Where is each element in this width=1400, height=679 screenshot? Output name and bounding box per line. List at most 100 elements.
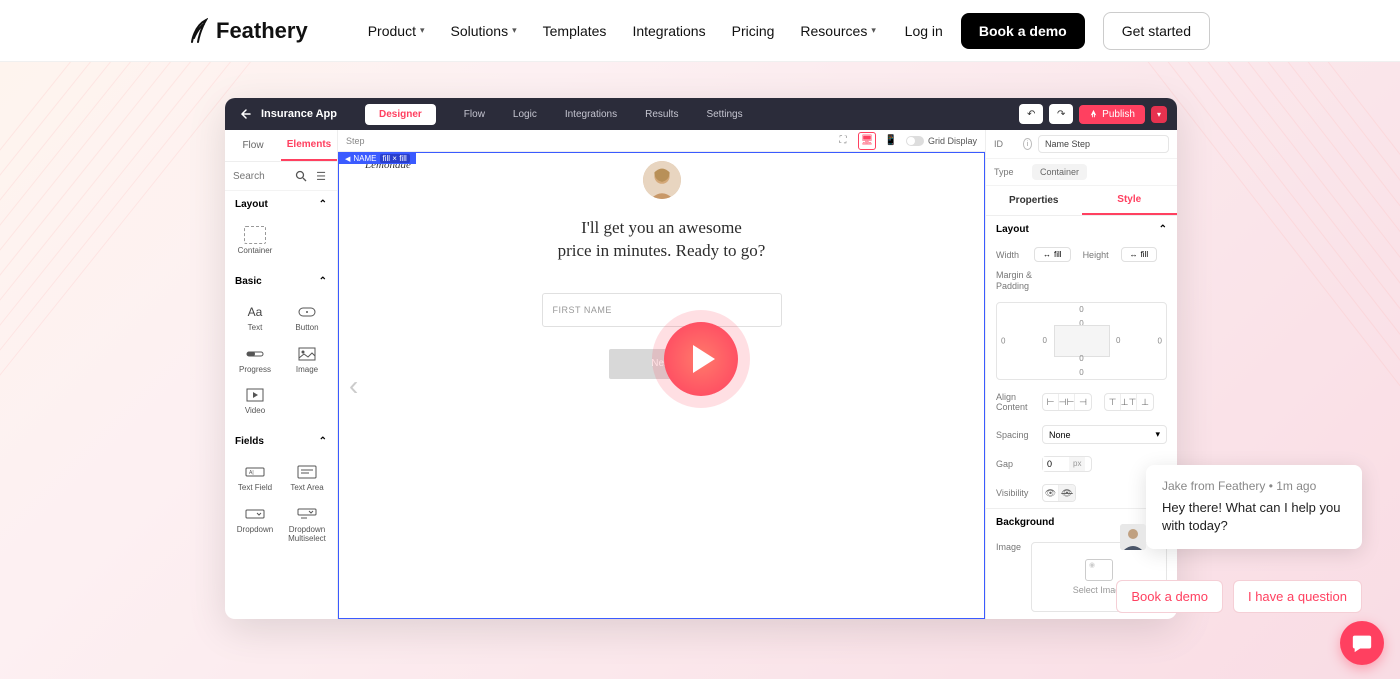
list-view-icon[interactable]: ☰ <box>313 168 329 184</box>
breadcrumb-step[interactable]: Step <box>346 136 365 146</box>
element-text[interactable]: AaText <box>229 297 281 339</box>
height-value-button[interactable]: ↔ fill <box>1121 247 1158 262</box>
chevron-up-icon: ⌃ <box>1159 224 1167 235</box>
chevron-up-icon: ⌃ <box>319 436 327 447</box>
chat-launcher-button[interactable] <box>1340 621 1384 665</box>
rocket-icon <box>1089 110 1098 119</box>
qr-book-demo[interactable]: Book a demo <box>1116 580 1223 613</box>
section-basic[interactable]: Basic⌃ <box>235 276 327 287</box>
tab-designer[interactable]: Designer <box>365 104 436 125</box>
viewport-desktop-icon[interactable]: 🖥 <box>858 132 876 150</box>
app-title: Insurance App <box>261 108 337 120</box>
avatar <box>643 161 681 199</box>
get-started-button[interactable]: Get started <box>1103 12 1210 50</box>
site-header: Feathery Product▾ Solutions▾ Templates I… <box>0 0 1400 62</box>
element-progress[interactable]: Progress <box>229 339 281 381</box>
canvas-stage[interactable]: ◀ NAME fill × fill Lemonade I'll get you… <box>338 152 985 619</box>
nav-integrations[interactable]: Integrations <box>632 23 705 39</box>
chevron-down-icon: ▾ <box>871 25 876 36</box>
dropdown-icon <box>244 505 266 523</box>
section-fields[interactable]: Fields⌃ <box>235 436 327 447</box>
element-text-area[interactable]: Text Area <box>281 457 333 499</box>
element-dropdown[interactable]: Dropdown <box>229 499 281 550</box>
qr-question[interactable]: I have a question <box>1233 580 1362 613</box>
nav-templates[interactable]: Templates <box>543 23 607 39</box>
top-actions: ↶ ↷ Publish ▾ <box>1019 104 1167 124</box>
section-layout[interactable]: Layout⌃ <box>235 199 327 210</box>
type-label: Type <box>994 167 1026 177</box>
width-label: Width <box>996 250 1028 260</box>
element-text-field[interactable]: A|Text Field <box>229 457 281 499</box>
align-bottom-button[interactable]: ⊥ <box>1137 394 1153 410</box>
button-icon <box>296 303 318 321</box>
nav-product[interactable]: Product▾ <box>368 23 425 39</box>
svg-text:A|: A| <box>249 470 254 476</box>
gap-input[interactable]: px <box>1042 456 1092 472</box>
align-content-label: Align Content <box>996 392 1036 414</box>
first-name-input[interactable]: FIRST NAME <box>542 293 782 327</box>
text-field-icon: A| <box>244 463 266 481</box>
element-image[interactable]: Image <box>281 339 333 381</box>
publish-button[interactable]: Publish <box>1079 105 1145 124</box>
layout-section[interactable]: Layout⌃ <box>986 216 1177 243</box>
brand-name: Feathery <box>216 18 308 44</box>
back-button[interactable] <box>235 108 255 120</box>
grid-display-toggle[interactable]: Grid Display <box>906 136 977 146</box>
tab-integrations[interactable]: Integrations <box>565 109 617 120</box>
left-tab-flow[interactable]: Flow <box>225 130 281 161</box>
viewport-fit-icon[interactable]: ⛶ <box>834 132 852 150</box>
height-label: Height <box>1083 250 1115 260</box>
chevron-down-icon: ▾ <box>1155 429 1160 440</box>
arrow-left-icon <box>239 108 251 120</box>
chevron-up-icon: ⌃ <box>319 199 327 210</box>
image-label: Image <box>996 542 1021 612</box>
spacing-select[interactable]: None▾ <box>1042 425 1167 444</box>
main-nav: Product▾ Solutions▾ Templates Integratio… <box>368 23 876 39</box>
search-input[interactable] <box>233 171 289 182</box>
progress-icon <box>244 345 266 363</box>
tab-flow[interactable]: Flow <box>464 109 485 120</box>
align-top-button[interactable]: ⊤ <box>1105 394 1121 410</box>
nav-pricing[interactable]: Pricing <box>732 23 775 39</box>
width-value-button[interactable]: ↔ fill <box>1034 247 1071 262</box>
logo[interactable]: Feathery <box>190 18 308 44</box>
image-icon <box>296 345 318 363</box>
element-button[interactable]: Button <box>281 297 333 339</box>
undo-button[interactable]: ↶ <box>1019 104 1043 124</box>
visibility-hide-button[interactable]: 👁 <box>1059 485 1075 501</box>
element-video[interactable]: Video <box>229 380 281 422</box>
nav-resources[interactable]: Resources▾ <box>800 23 875 39</box>
box-model[interactable]: 0 0 0 0 0 0 0 0 <box>996 302 1167 380</box>
search-icon[interactable] <box>293 168 309 184</box>
nav-solutions[interactable]: Solutions▾ <box>451 23 517 39</box>
publish-caret[interactable]: ▾ <box>1151 106 1167 123</box>
app-screenshot: Insurance App Designer Flow Logic Integr… <box>225 98 1177 619</box>
login-link[interactable]: Log in <box>905 23 943 39</box>
redo-button[interactable]: ↷ <box>1049 104 1073 124</box>
book-demo-button[interactable]: Book a demo <box>961 13 1085 49</box>
quick-replies: Book a demo I have a question <box>1116 580 1362 613</box>
element-dropdown-multiselect[interactable]: Dropdown Multiselect <box>281 499 333 550</box>
left-tab-elements[interactable]: Elements <box>281 130 337 161</box>
align-left-button[interactable]: ⊢ <box>1043 394 1059 410</box>
tab-settings[interactable]: Settings <box>706 109 742 120</box>
play-video-button[interactable] <box>664 322 738 396</box>
visibility-show-button[interactable]: 👁 <box>1043 485 1059 501</box>
dropdown-multi-icon <box>296 505 318 523</box>
chat-icon <box>1351 632 1373 654</box>
info-icon[interactable]: i <box>1023 138 1032 150</box>
canvas-heading: I'll get you an awesome price in minutes… <box>558 217 766 263</box>
id-input[interactable] <box>1038 135 1169 153</box>
prev-step-chevron[interactable]: ‹ <box>349 370 358 402</box>
align-center-button[interactable]: ⊣⊢ <box>1059 394 1075 410</box>
viewport-mobile-icon[interactable]: 📱 <box>882 132 900 150</box>
tab-results[interactable]: Results <box>645 109 678 120</box>
toggle-switch <box>906 136 924 146</box>
rp-tab-properties[interactable]: Properties <box>986 186 1082 215</box>
align-right-button[interactable]: ⊣ <box>1075 394 1091 410</box>
tab-logic[interactable]: Logic <box>513 109 537 120</box>
align-middle-button[interactable]: ⊥⊤ <box>1121 394 1137 410</box>
rp-tab-style[interactable]: Style <box>1082 186 1178 215</box>
element-container[interactable]: Container <box>229 220 281 262</box>
spacing-label: Spacing <box>996 430 1036 440</box>
